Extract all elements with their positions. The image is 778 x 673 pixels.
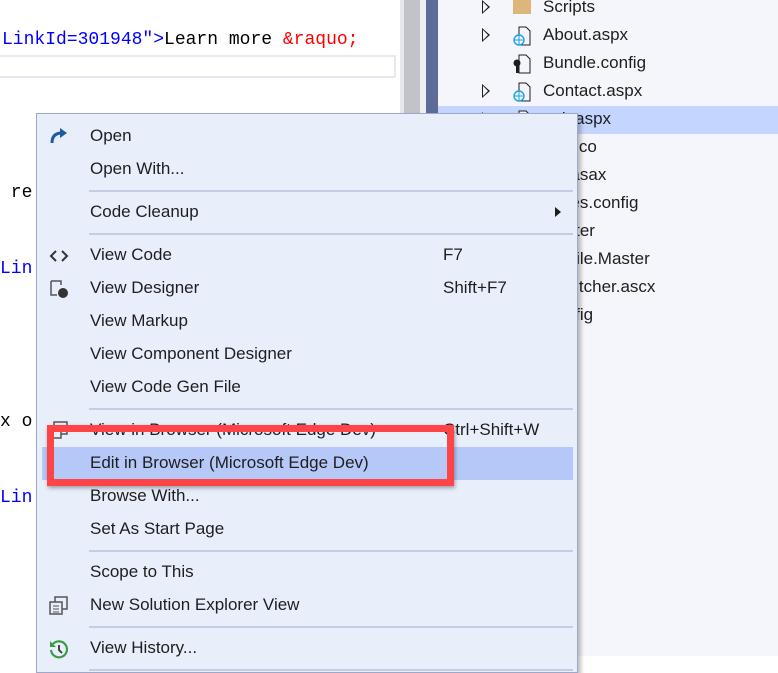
menu-item-view-component-designer[interactable]: View Component Designer bbox=[42, 338, 573, 371]
tree-item[interactable]: About.aspx bbox=[438, 22, 778, 50]
menu-item-label: Set As Start Page bbox=[90, 519, 225, 538]
menu-item-shortcut: Ctrl+Shift+W bbox=[443, 420, 540, 439]
expand-arrow-icon[interactable] bbox=[482, 0, 490, 14]
menu-item-open-with[interactable]: Open With... bbox=[42, 153, 573, 186]
menu-separator bbox=[89, 669, 573, 671]
menu-item-code-cleanup[interactable]: Code Cleanup bbox=[42, 196, 573, 229]
menu-item-label: View Component Designer bbox=[90, 344, 292, 363]
menu-item-label: View Markup bbox=[90, 311, 188, 330]
submenu-arrow-icon bbox=[555, 207, 561, 217]
menu-item-shortcut: Shift+F7 bbox=[443, 278, 507, 297]
menu-item-label: Code Cleanup bbox=[90, 202, 199, 221]
menu-item-label: New Solution Explorer View bbox=[90, 595, 300, 614]
designer-icon bbox=[49, 279, 69, 299]
expand-arrow-icon[interactable] bbox=[482, 84, 490, 98]
menu-item-label: Scope to This bbox=[90, 562, 194, 581]
menu-item-view-designer[interactable]: View Designer Shift+F7 bbox=[42, 272, 573, 305]
open-arrow-icon bbox=[49, 127, 69, 147]
folder-icon bbox=[513, 0, 531, 18]
menu-item-new-solution-explorer-view[interactable]: New Solution Explorer View bbox=[42, 589, 573, 622]
code-line: re bbox=[0, 183, 33, 203]
menu-item-label: View Designer bbox=[90, 278, 200, 297]
tree-item[interactable]: Bundle.config bbox=[438, 50, 778, 78]
history-icon bbox=[49, 639, 69, 659]
code-token: re bbox=[0, 183, 33, 203]
menu-item-set-as-start-page[interactable]: Set As Start Page bbox=[42, 513, 573, 546]
menu-item-label: Open bbox=[90, 126, 132, 145]
tree-item-label: About.aspx bbox=[543, 25, 629, 44]
menu-item-shortcut: F7 bbox=[443, 245, 463, 264]
menu-separator bbox=[89, 408, 573, 410]
menu-item-label: View Code bbox=[90, 245, 172, 264]
tree-item[interactable]: Contact.aspx bbox=[438, 78, 778, 106]
menu-separator bbox=[89, 550, 573, 552]
current-line-highlight bbox=[0, 55, 396, 78]
menu-item-label: View History... bbox=[90, 638, 198, 657]
code-brackets-icon bbox=[49, 246, 69, 266]
menu-item-view-markup[interactable]: View Markup bbox=[42, 305, 573, 338]
annotation-highlight-box bbox=[47, 425, 454, 486]
code-line: x o bbox=[0, 412, 32, 432]
code-token: Lin bbox=[0, 259, 33, 279]
menu-item-view-code-gen-file[interactable]: View Code Gen File bbox=[42, 371, 573, 404]
menu-separator bbox=[89, 190, 573, 192]
tree-item[interactable]: Scripts bbox=[438, 0, 778, 22]
context-menu: Open Open With... Code Cleanup View Code F7 V… bbox=[36, 113, 578, 673]
menu-item-label: Open With... bbox=[90, 159, 185, 178]
menu-item-view-history[interactable]: View History... bbox=[42, 632, 573, 665]
code-token: LinkId=301948"> bbox=[2, 30, 165, 50]
menu-separator bbox=[89, 626, 573, 628]
menu-item-label: View Code Gen File bbox=[90, 377, 241, 396]
tree-item-label: Scripts bbox=[543, 0, 595, 16]
menu-separator bbox=[89, 233, 573, 235]
tree-item-label: Bundle.config bbox=[543, 53, 647, 72]
tree-item-label: Contact.aspx bbox=[543, 81, 643, 100]
menu-item-view-code[interactable]: View Code F7 bbox=[42, 239, 573, 272]
code-line: Lin bbox=[0, 259, 32, 279]
menu-item-scope-to-this[interactable]: Scope to This bbox=[42, 556, 573, 589]
web-file-icon bbox=[513, 82, 531, 102]
code-line: Lin bbox=[0, 488, 32, 508]
web-file-icon bbox=[513, 26, 531, 46]
config-file-icon bbox=[513, 54, 531, 74]
code-line: LinkId=301948">Learn more &raquo; bbox=[2, 30, 358, 50]
code-token: &raquo; bbox=[282, 30, 359, 50]
code-token: Learn more bbox=[164, 30, 283, 50]
menu-item-open[interactable]: Open bbox=[42, 120, 573, 153]
code-token: x o bbox=[0, 412, 33, 432]
menu-item-label: Browse With... bbox=[90, 486, 200, 505]
code-token: Lin bbox=[0, 488, 33, 508]
new-view-icon bbox=[49, 596, 69, 616]
expand-arrow-icon[interactable] bbox=[482, 28, 490, 42]
